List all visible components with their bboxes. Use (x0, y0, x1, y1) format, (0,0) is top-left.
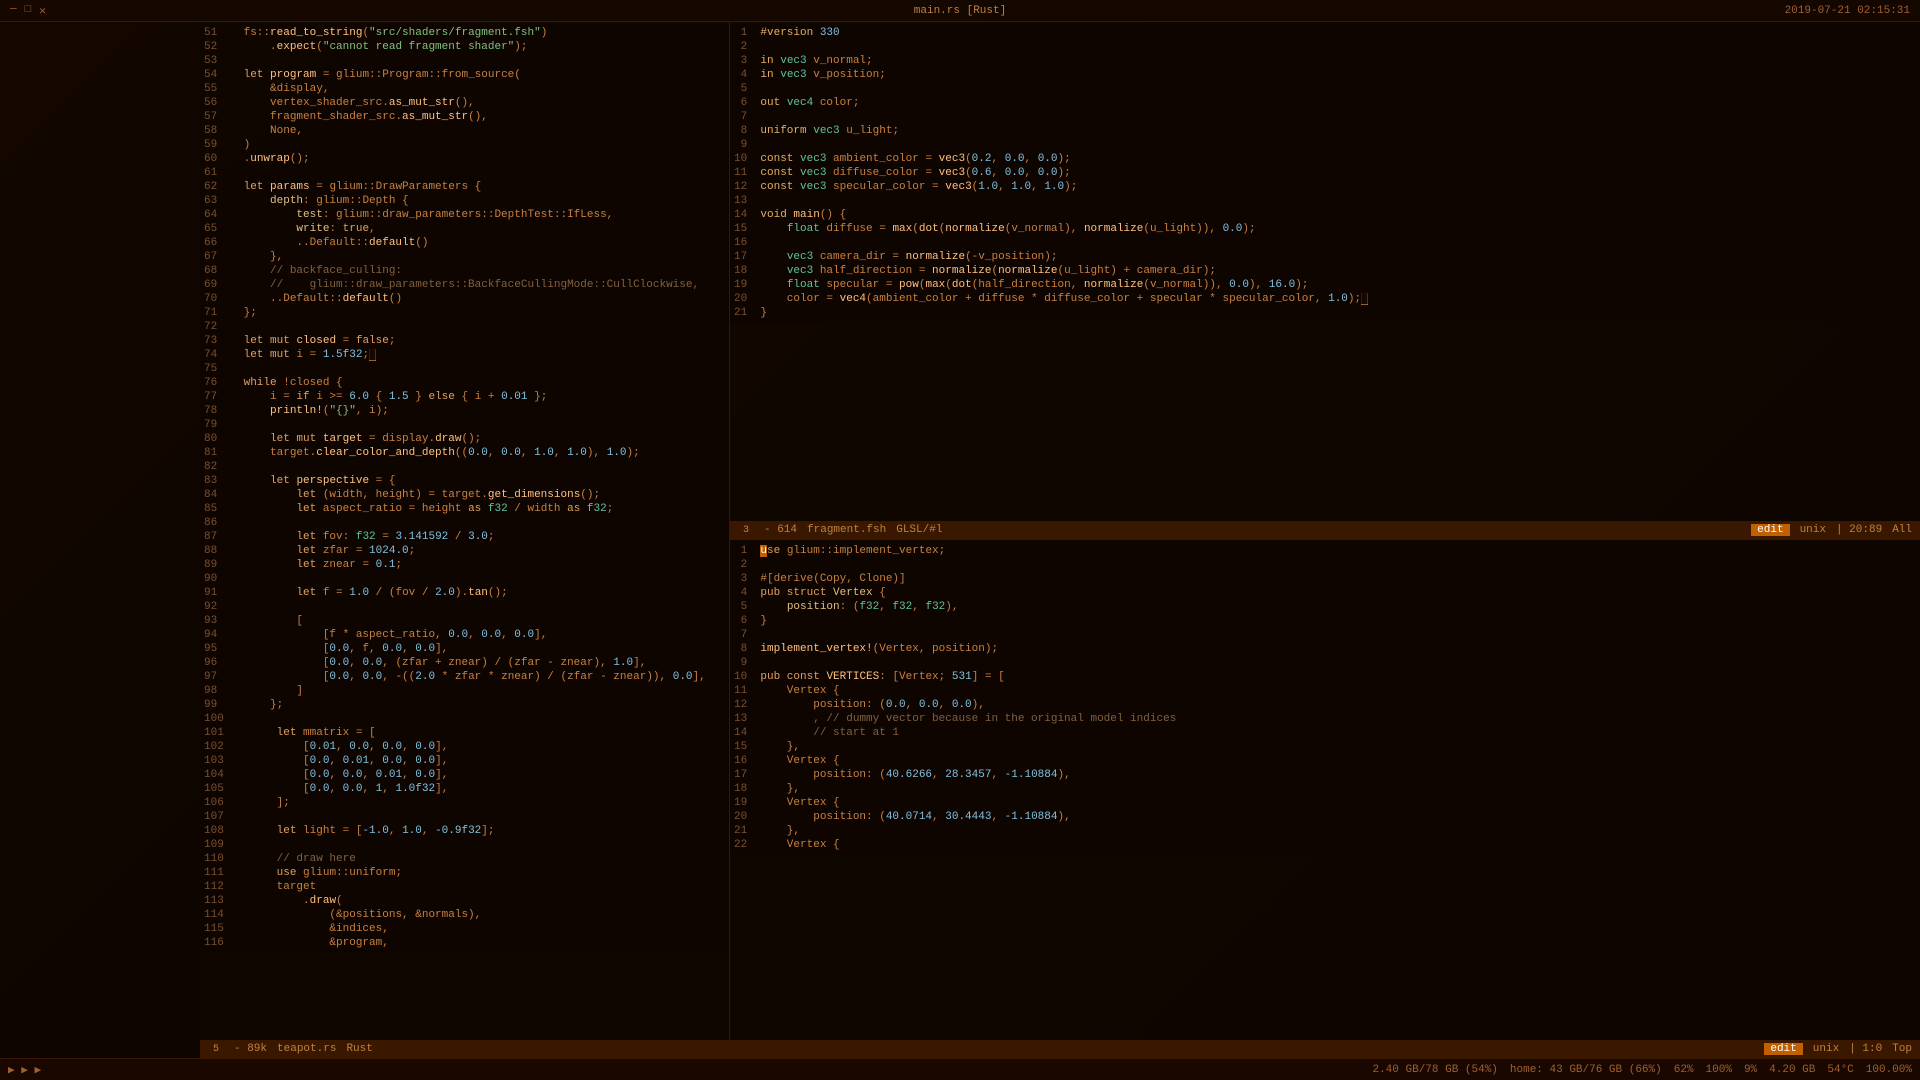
maximize-btn[interactable]: □ (25, 4, 32, 18)
playback-controls: ▶ ▶ ▶ (8, 1063, 41, 1077)
minimize-btn[interactable]: ─ (10, 4, 17, 18)
code-area-fragment-fsh[interactable]: 1 #version 330 2 3 in vec3 v_normal; 4 i… (730, 22, 1920, 521)
file-size-fragment: - 614 (764, 524, 797, 536)
teapot-status-bar: 5 - 89k teapot.rs Rust edit unix | 1:0 T… (200, 1040, 1920, 1058)
position-fragment: | 20:89 (1836, 524, 1882, 536)
filename-teapot-rs: teapot.rs (277, 1043, 336, 1055)
window-controls[interactable]: ─ □ ✕ (10, 4, 46, 18)
sidebar (0, 22, 200, 1058)
memory-2: 4.20 GB (1769, 1064, 1815, 1076)
right-top-status-bar: 3 - 614 fragment.fsh GLSL/#l edit unix |… (730, 521, 1920, 539)
code-area-vertex-vsh[interactable]: 1 use glium::implement_vertex; 2 3 #[der… (730, 540, 1920, 1040)
datetime: 2019-07-21 02:15:31 (1785, 5, 1910, 17)
split-number-3: 3 (738, 522, 754, 538)
split-number-5: 5 (208, 1041, 224, 1057)
edit-mode-fragment: edit (1751, 524, 1789, 536)
temperature: 54°C (1827, 1064, 1853, 1076)
home-disk: home: 43 GB/76 GB (66%) (1510, 1064, 1662, 1076)
code-area-main-rs[interactable]: 51 fs::read_to_string("src/shaders/fragm… (200, 22, 729, 1040)
ram-usage: 2.40 GB/78 GB (54%) (1372, 1064, 1497, 1076)
encoding-fragment: unix (1800, 524, 1826, 536)
edit-mode-teapot: edit (1764, 1043, 1802, 1055)
encoding-teapot: unix (1813, 1043, 1839, 1055)
global-status-bar: ▶ ▶ ▶ 2.40 GB/78 GB (54%) home: 43 GB/76… (0, 1058, 1920, 1080)
editor-container: 51 fs::read_to_string("src/shaders/fragm… (200, 22, 1920, 1058)
cpu-usage: 62% (1674, 1064, 1694, 1076)
right-top-fragment-fsh: 1 #version 330 2 3 in vec3 v_normal; 4 i… (730, 22, 1920, 540)
filetype-teapot: Rust (346, 1043, 372, 1055)
position-teapot: | 1:0 (1849, 1043, 1882, 1055)
left-pane-main-rs: 51 fs::read_to_string("src/shaders/fragm… (200, 22, 730, 1058)
filetype-fragment: GLSL/#l (896, 524, 942, 536)
right-bottom-vertex-vsh: 1 use glium::implement_vertex; 2 3 #[der… (730, 540, 1920, 1058)
file-size-teapot: - 89k (234, 1043, 267, 1055)
brightness: 100% (1706, 1064, 1732, 1076)
system-status: 2.40 GB/78 GB (54%) home: 43 GB/76 GB (6… (1372, 1064, 1912, 1076)
power: 100.00% (1866, 1064, 1912, 1076)
unknown-stat: 9% (1744, 1064, 1757, 1076)
filename-fragment-fsh: fragment.fsh (807, 524, 886, 536)
flag-teapot: Top (1892, 1043, 1912, 1055)
title-bar: ─ □ ✕ main.rs [Rust] 2019-07-21 02:15:31 (0, 0, 1920, 22)
right-pane: 1 #version 330 2 3 in vec3 v_normal; 4 i… (730, 22, 1920, 1058)
close-btn[interactable]: ✕ (39, 4, 46, 18)
flag-fragment: All (1892, 524, 1912, 536)
window-title: main.rs [Rust] (914, 5, 1006, 17)
